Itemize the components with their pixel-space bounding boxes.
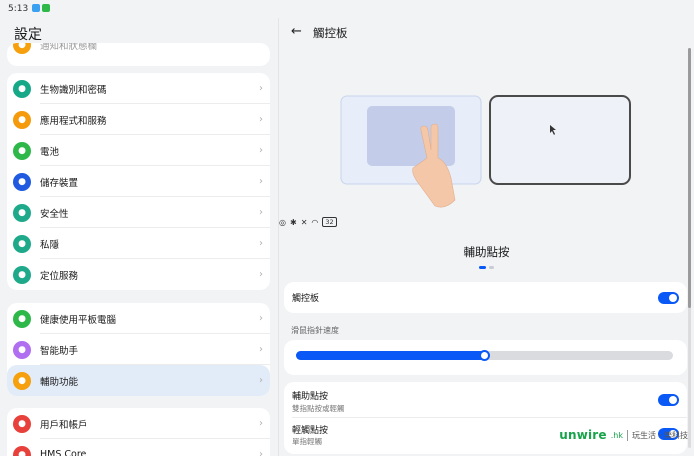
illustration-caption: 輔助點按 bbox=[463, 245, 510, 259]
assistant-icon: ● bbox=[13, 340, 31, 359]
sidebar-item[interactable]: ● 私隱 › bbox=[7, 228, 270, 259]
chevron-right-icon: › bbox=[259, 238, 263, 249]
user-icon: ● bbox=[13, 414, 31, 433]
sidebar-item[interactable]: ● 儲存裝置 › bbox=[7, 166, 270, 197]
sidebar-item-label: 健康使用平板電腦 bbox=[40, 314, 117, 326]
fingerprint-icon: ● bbox=[13, 79, 31, 98]
notification-icon: ● bbox=[13, 43, 31, 54]
settings-sidebar: 設定 ● 通知和狀態欄 ● 生物識別和密碼 › ● 應用程式和服務 › ● 電池 › ● 儲存裝置 ›… bbox=[0, 18, 278, 456]
accessibility-icon: ● bbox=[13, 371, 31, 390]
settings-card-1: ● 生物識別和密碼 › ● 應用程式和服務 › ● 電池 › ● 儲存裝置 › ● 安全性 › ● 私隱 › ● 定位… bbox=[7, 73, 270, 290]
chevron-right-icon: › bbox=[259, 313, 263, 324]
watermark-logo: unwire bbox=[559, 428, 607, 442]
assist-click-subtitle: 雙指點按或輕觸 bbox=[292, 404, 345, 413]
sidebar-item-label: 用戶和帳戶 bbox=[40, 419, 88, 431]
settings-card-2: ● 健康使用平板電腦 › ● 智能助手 › ● 輔助功能 › bbox=[7, 303, 270, 396]
touchpad-illustration bbox=[340, 95, 631, 208]
app-notification-icon bbox=[32, 4, 40, 12]
touchpad-toggle-label: 觸控板 bbox=[292, 294, 320, 304]
hms-icon: ● bbox=[13, 445, 31, 456]
sidebar-item-label: HMS Core bbox=[40, 449, 87, 456]
slider-fill bbox=[296, 351, 485, 360]
hourglass-icon: ● bbox=[13, 309, 31, 328]
status-bar: 5:13 ◎ ✱ ✕ ◠ 32 bbox=[0, 0, 694, 227]
sidebar-item-label: 定位服務 bbox=[40, 270, 79, 282]
touchpad-toggle-row[interactable]: 觸控板 bbox=[284, 282, 687, 313]
sidebar-item[interactable]: ● 輔助功能 › bbox=[7, 365, 270, 396]
chevron-right-icon: › bbox=[259, 375, 263, 386]
sidebar-item-label: 電池 bbox=[40, 146, 60, 158]
sidebar-item[interactable]: ● 電池 › bbox=[7, 135, 270, 166]
chevron-right-icon: › bbox=[259, 344, 263, 355]
location-icon: ● bbox=[13, 265, 31, 284]
sidebar-item-label: 智能助手 bbox=[40, 345, 79, 357]
sidebar-item-label: 安全性 bbox=[40, 208, 69, 220]
touchpad-surface bbox=[367, 106, 455, 166]
sidebar-item-label: 私隱 bbox=[40, 239, 60, 251]
chevron-right-icon: › bbox=[259, 83, 263, 94]
panel-title: 觸控板 bbox=[313, 26, 348, 40]
shield-icon: ● bbox=[13, 203, 31, 222]
sidebar-item[interactable]: ● 用戶和帳戶 › bbox=[7, 408, 270, 439]
sidebar-item-label: 輔助功能 bbox=[40, 376, 79, 388]
chevron-right-icon: › bbox=[259, 207, 263, 218]
watermark-tagline: 玩生活・樂科技 bbox=[627, 429, 688, 441]
chevron-right-icon: › bbox=[259, 269, 263, 280]
sidebar-item[interactable]: ● 健康使用平板電腦 › bbox=[7, 303, 270, 334]
sidebar-item-label: 儲存裝置 bbox=[40, 177, 79, 189]
sidebar-item-label: 生物識別和密碼 bbox=[40, 84, 107, 96]
assist-click-row[interactable]: 輔助點按 雙指點按或輕觸 bbox=[284, 382, 687, 418]
back-arrow-icon[interactable]: ← bbox=[291, 24, 302, 39]
sidebar-item[interactable]: ● 生物識別和密碼 › bbox=[7, 73, 270, 104]
chevron-right-icon: › bbox=[259, 145, 263, 156]
page-title: 設定 bbox=[14, 27, 42, 43]
pointer-speed-slider[interactable] bbox=[296, 350, 673, 361]
scrollbar[interactable] bbox=[688, 48, 691, 448]
battery-icon: ● bbox=[13, 141, 31, 160]
chevron-right-icon: › bbox=[259, 176, 263, 187]
chevron-right-icon: › bbox=[259, 114, 263, 125]
sidebar-item[interactable]: ● 安全性 › bbox=[7, 197, 270, 228]
sidebar-item-notifications[interactable]: ● 通知和狀態欄 bbox=[7, 43, 270, 56]
sidebar-item-label: 通知和狀態欄 bbox=[40, 43, 98, 52]
slider-handle[interactable] bbox=[478, 350, 490, 361]
apps-icon: ● bbox=[13, 110, 31, 129]
status-time: 5:13 bbox=[8, 4, 29, 14]
touchpad-settings-panel: ← 觸控板 輔助點按 觸控板 滑鼠指針速度 輔助點按 雙指點按或輕觸 輕觸點按 bbox=[279, 18, 694, 456]
pointer-speed-label: 滑鼠指針速度 bbox=[291, 326, 339, 335]
settings-card-3: ● 用戶和帳戶 › ● HMS Core › bbox=[7, 408, 270, 456]
chevron-right-icon: › bbox=[259, 449, 263, 456]
sidebar-item[interactable]: ● 定位服務 › bbox=[7, 259, 270, 290]
assist-click-label: 輔助點按 bbox=[292, 392, 329, 402]
touchpad-switch[interactable] bbox=[658, 291, 679, 304]
touchpad-after-frame bbox=[489, 95, 631, 185]
privacy-icon: ● bbox=[13, 234, 31, 253]
tap-click-subtitle: 單指輕觸 bbox=[292, 437, 322, 446]
tap-click-label: 輕觸點按 bbox=[292, 426, 329, 436]
sidebar-item[interactable]: ● 智能助手 › bbox=[7, 334, 270, 365]
notification-icons bbox=[32, 4, 50, 12]
touchpad-toggle-card: 觸控板 bbox=[284, 282, 687, 313]
settings-card-partial: ● 通知和狀態欄 bbox=[7, 43, 270, 66]
sidebar-item[interactable]: ● HMS Core › bbox=[7, 439, 270, 456]
sidebar-item-label: 應用程式和服務 bbox=[40, 115, 107, 127]
sidebar-item[interactable]: ● 應用程式和服務 › bbox=[7, 104, 270, 135]
assist-click-switch[interactable] bbox=[658, 394, 679, 406]
watermark: unwire .hk 玩生活・樂科技 bbox=[559, 428, 688, 442]
storage-icon: ● bbox=[13, 172, 31, 191]
click-options-card: 輔助點按 雙指點按或輕觸 輕觸點按 單指輕觸 bbox=[284, 382, 687, 454]
pointer-speed-card bbox=[284, 340, 687, 375]
carousel-indicator bbox=[479, 266, 494, 269]
chevron-right-icon: › bbox=[259, 418, 263, 429]
app-notification-icon bbox=[42, 4, 50, 12]
watermark-domain: .hk bbox=[610, 430, 623, 440]
